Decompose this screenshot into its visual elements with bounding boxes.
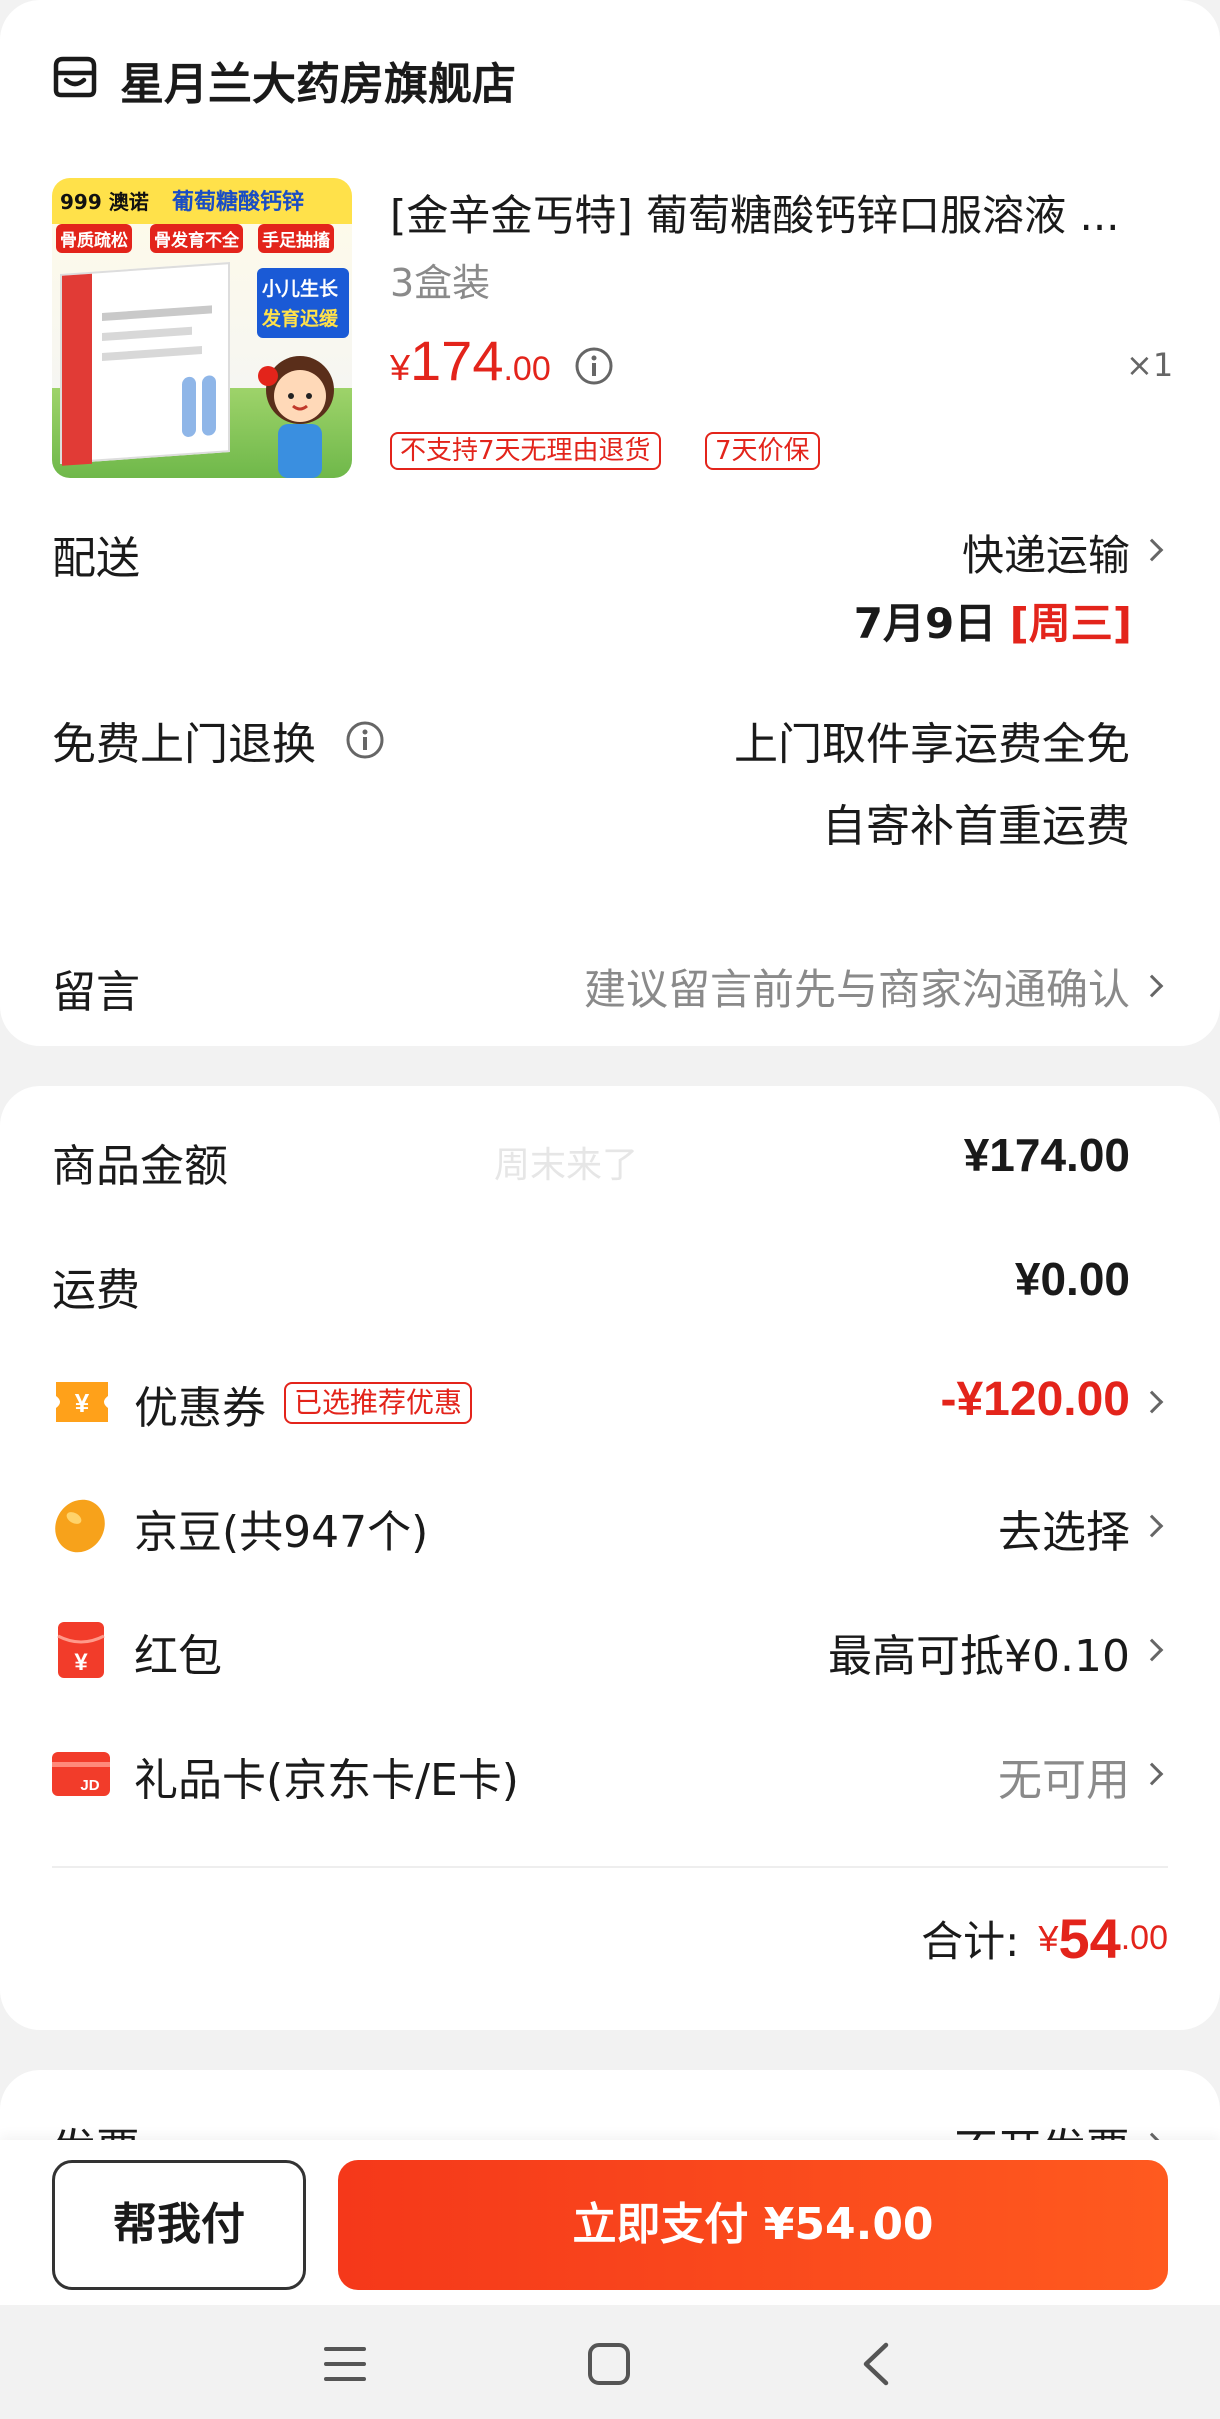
- product-image-side-1: 小儿生长: [262, 278, 339, 300]
- red-packet-icon: ¥: [57, 1622, 105, 1678]
- gift-card-row[interactable]: JD 礼品卡(京东卡/E卡) 无可用: [0, 1730, 1220, 1818]
- shipping-fee-value: ¥0.00: [1014, 1253, 1130, 1305]
- price-currency: ¥: [390, 347, 411, 388]
- girl-illustration: [258, 356, 334, 478]
- help-pay-label: 帮我付: [113, 2199, 245, 2250]
- watermark-text: 周末来了: [494, 1145, 639, 1186]
- red-packet-row[interactable]: ¥ 红包 最高可抵¥0.10: [0, 1606, 1220, 1694]
- delivery-date: 7月9日 [周三]: [700, 590, 1132, 651]
- red-packet-label: 红包: [134, 1631, 222, 1682]
- product-spec: 3盒装: [390, 261, 491, 305]
- svg-text:¥: ¥: [75, 1388, 90, 1418]
- product-title[interactable]: [金辛金丐特] 葡萄糖酸钙锌口服溶液 ...: [390, 182, 1180, 243]
- total-decimal: .00: [1120, 1919, 1168, 1957]
- svg-text:JD: JD: [80, 1777, 99, 1794]
- price-summary-card: 商品金额 周末来了 ¥174.00 运费 ¥0.00 ¥ 优惠券 已选推荐优惠 …: [0, 1086, 1220, 2030]
- tag-price-protect: 7天价保: [705, 432, 820, 470]
- tag-no-return: 不支持7天无理由退货: [390, 432, 661, 470]
- return-service-line1: 上门取件享运费全免: [734, 719, 1130, 770]
- message-label: 留言: [52, 967, 140, 1018]
- delivery-method: 快递运输: [961, 531, 1130, 580]
- order-card: 星月兰大药房旗舰店 999 澳诺 葡萄糖酸钙锌 骨质疏松 骨发育不全 手足抽搐 …: [0, 0, 1220, 1046]
- product-image-headline: 葡萄糖酸钙锌: [172, 190, 305, 215]
- product-quantity: ×1: [1126, 346, 1174, 384]
- order-total: 合计: ¥54.00: [921, 1906, 1168, 1986]
- product-price: ¥174.00: [390, 328, 551, 398]
- system-nav-bar: [0, 2305, 1220, 2419]
- store-name: 星月兰大药房旗舰店: [120, 59, 516, 110]
- gift-card-icon: JD: [52, 1752, 110, 1796]
- bottom-pay-bar: 帮我付 立即支付 ¥54.00: [0, 2140, 1220, 2305]
- total-label: 合计:: [921, 1917, 1020, 1966]
- coupon-row[interactable]: ¥ 优惠券 已选推荐优惠 -¥120.00: [0, 1358, 1220, 1446]
- jd-beans-row[interactable]: 京豆(共947个) 去选择: [0, 1482, 1220, 1570]
- product-image[interactable]: 999 澳诺 葡萄糖酸钙锌 骨质疏松 骨发育不全 手足抽搐 小儿生长 发育迟缓: [52, 178, 352, 478]
- message-chevron-icon: [1140, 974, 1164, 998]
- jd-beans-label: 京豆(共947个): [134, 1507, 429, 1558]
- total-integer: 54: [1058, 1907, 1121, 1970]
- svg-text:¥: ¥: [74, 1649, 88, 1676]
- help-pay-button[interactable]: 帮我付: [52, 2160, 306, 2290]
- return-info-icon[interactable]: [345, 720, 385, 760]
- gift-card-label: 礼品卡(京东卡/E卡): [134, 1755, 519, 1806]
- pay-now-label: 立即支付 ¥54.00: [572, 2199, 934, 2250]
- jd-bean-icon: [55, 1499, 105, 1553]
- return-service-line2: 自寄补首重运费: [822, 801, 1130, 852]
- coupon-tag: 已选推荐优惠: [284, 1382, 473, 1424]
- delivery-date-text: 7月9日: [853, 599, 997, 648]
- gift-card-value: 无可用: [998, 1755, 1130, 1806]
- product-image-side-2: 发育迟缓: [262, 308, 339, 330]
- pay-now-button[interactable]: 立即支付 ¥54.00: [338, 2160, 1168, 2290]
- delivery-weekday: [周三]: [1009, 599, 1132, 648]
- coupon-icon: ¥: [56, 1382, 108, 1422]
- coupon-chevron-icon: [1140, 1390, 1164, 1414]
- message-input[interactable]: 建议留言前先与商家沟通确认: [500, 950, 1170, 1016]
- red-packet-value: 最高可抵¥0.10: [828, 1631, 1130, 1682]
- jd-beans-value: 去选择: [998, 1507, 1130, 1558]
- product-image-badge-2: 骨发育不全: [150, 224, 243, 253]
- delivery-chevron-icon: [1140, 538, 1164, 562]
- coupon-value: -¥120.00: [940, 1373, 1131, 1426]
- price-integer: 174: [410, 329, 504, 392]
- store-header[interactable]: 星月兰大药房旗舰店: [52, 44, 652, 110]
- total-currency: ¥: [1038, 1917, 1059, 1959]
- store-icon: [53, 56, 97, 98]
- price-decimal: .00: [503, 350, 551, 388]
- recent-apps-icon[interactable]: [322, 2343, 368, 2385]
- product-box-graphic: [60, 262, 230, 466]
- product-image-badge-3: 手足抽搐: [258, 224, 334, 253]
- red-packet-chevron-icon: [1140, 1638, 1164, 1662]
- gift-card-chevron-icon: [1140, 1762, 1164, 1786]
- product-image-badge-1: 骨质疏松: [56, 224, 132, 253]
- goods-amount-label: 商品金额: [52, 1141, 228, 1192]
- product-image-brand: 999 澳诺: [60, 190, 149, 214]
- jd-beans-chevron-icon: [1140, 1514, 1164, 1538]
- summary-divider: [52, 1866, 1168, 1868]
- goods-amount-value: ¥174.00: [963, 1129, 1130, 1181]
- coupon-label: 优惠券: [134, 1383, 266, 1434]
- home-icon[interactable]: [586, 2341, 632, 2387]
- back-icon[interactable]: [856, 2341, 896, 2387]
- delivery-method-row[interactable]: 快递运输: [800, 518, 1170, 584]
- shipping-fee-label: 运费: [52, 1265, 140, 1316]
- price-info-icon[interactable]: [574, 346, 614, 386]
- return-service-label: 免费上门退换: [52, 719, 316, 770]
- message-placeholder: 建议留言前先与商家沟通确认: [583, 965, 1130, 1014]
- delivery-label: 配送: [52, 533, 140, 584]
